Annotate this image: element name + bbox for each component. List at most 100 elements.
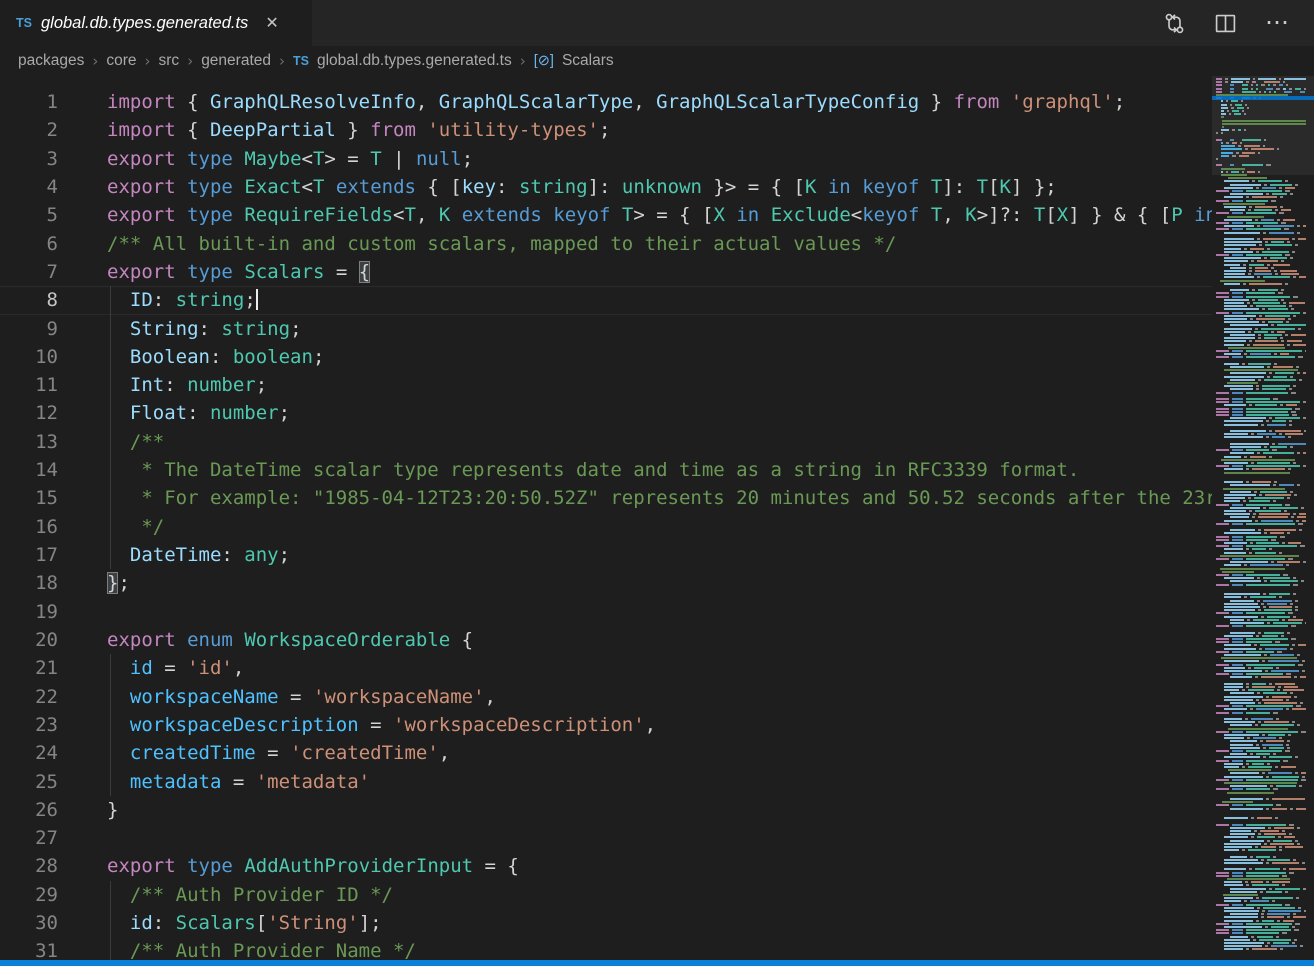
breadcrumb-item-core[interactable]: core	[106, 52, 136, 70]
code-line[interactable]: 5 export type RequireFields<T, K extends …	[0, 201, 1212, 229]
line-number: 17	[0, 541, 58, 569]
code-line[interactable]: 7export type Scalars = {	[0, 258, 1212, 286]
code-line[interactable]: 6/** All built-in and custom scalars, ma…	[0, 230, 1212, 258]
line-number: 19	[0, 598, 58, 626]
code-line[interactable]: 12 Float: number;	[0, 399, 1212, 427]
line-number: 28	[0, 852, 58, 880]
code-line[interactable]: 20export enum WorkspaceOrderable {	[0, 626, 1212, 654]
line-number: 29	[0, 881, 58, 909]
line-number: 18	[0, 569, 58, 597]
code-line[interactable]: 28 export type AddAuthProviderInput = {	[0, 852, 1212, 880]
indent-guide	[110, 484, 111, 512]
code-line[interactable]: 27	[0, 824, 1212, 852]
code-line[interactable]: 14 * The DateTime scalar type represents…	[0, 456, 1212, 484]
code-text: * The DateTime scalar type represents da…	[107, 456, 1079, 484]
indent-guide	[110, 881, 111, 909]
code-text: export type AddAuthProviderInput = {	[107, 852, 519, 880]
breadcrumb-item-symbol[interactable]: Scalars	[562, 52, 614, 70]
line-number: 7	[0, 258, 58, 286]
breadcrumb-separator: ›	[145, 52, 151, 70]
vscode-window: TS global.db.types.generated.ts ✕	[0, 0, 1314, 966]
breadcrumb-separator: ›	[279, 52, 285, 70]
line-number: 5	[0, 201, 58, 229]
code-line[interactable]: 23 workspaceDescription = 'workspaceDesc…	[0, 711, 1212, 739]
indent-guide	[110, 343, 111, 371]
line-number: 15	[0, 484, 58, 512]
code-editor[interactable]: 1import { GraphQLResolveInfo, GraphQLSca…	[0, 76, 1212, 966]
minimap-content	[1216, 76, 1306, 966]
code-text: import { DeepPartial } from 'utility-typ…	[107, 116, 610, 144]
code-text: DateTime: any;	[107, 541, 290, 569]
line-number: 20	[0, 626, 58, 654]
code-line[interactable]: 17 DateTime: any;	[0, 541, 1212, 569]
breadcrumb-item-packages[interactable]: packages	[18, 52, 84, 70]
code-text: /**	[107, 428, 164, 456]
indent-guide	[110, 315, 111, 343]
code-line[interactable]: 2 import { DeepPartial } from 'utility-ty…	[0, 116, 1212, 144]
line-number: 14	[0, 456, 58, 484]
code-line[interactable]: 24 createdTime = 'createdTime',	[0, 739, 1212, 767]
line-number: 12	[0, 399, 58, 427]
indent-guide	[110, 513, 111, 541]
indent-guide	[110, 456, 111, 484]
code-line[interactable]: 29 /** Auth Provider ID */	[0, 881, 1212, 909]
code-line[interactable]: 11 Int: number;	[0, 371, 1212, 399]
code-line[interactable]: 26}	[0, 796, 1212, 824]
code-text: import { GraphQLResolveInfo, GraphQLScal…	[107, 88, 1125, 116]
code-line[interactable]: 8 ID: string;	[0, 286, 1212, 314]
close-tab-icon[interactable]: ✕	[265, 13, 278, 33]
code-text: workspaceName = 'workspaceName',	[107, 683, 496, 711]
code-line[interactable]: 25 metadata = 'metadata'	[0, 768, 1212, 796]
line-number: 9	[0, 315, 58, 343]
line-number: 2	[0, 116, 58, 144]
editor-actions: ⋯	[1163, 0, 1314, 46]
line-number: 16	[0, 513, 58, 541]
code-line[interactable]: 19	[0, 598, 1212, 626]
code-line[interactable]: 13 /**	[0, 428, 1212, 456]
code-line[interactable]: 16 */	[0, 513, 1212, 541]
open-changes-icon[interactable]	[1163, 12, 1186, 35]
indent-guide	[110, 683, 111, 711]
code-line[interactable]: 21 id = 'id',	[0, 654, 1212, 682]
line-number: 8	[0, 286, 58, 314]
breadcrumb-item-generated[interactable]: generated	[201, 52, 271, 70]
code-text: */	[107, 513, 164, 541]
indent-guide	[110, 371, 111, 399]
breadcrumb-item-src[interactable]: src	[159, 52, 180, 70]
code-text: export type RequireFields<T, K extends k…	[107, 201, 1212, 229]
breadcrumb-separator: ›	[92, 52, 98, 70]
line-number: 10	[0, 343, 58, 371]
line-number: 30	[0, 909, 58, 937]
code-line[interactable]: 10 Boolean: boolean;	[0, 343, 1212, 371]
code-line[interactable]: 3export type Maybe<T> = T | null;	[0, 145, 1212, 173]
indent-guide	[110, 711, 111, 739]
code-text: metadata = 'metadata'	[107, 768, 370, 796]
line-number: 25	[0, 768, 58, 796]
symbol-type-icon: [⊘]	[534, 53, 554, 69]
code-text: export type Maybe<T> = T | null;	[107, 145, 473, 173]
breadcrumb: packages › core › src › generated › TS g…	[0, 46, 1314, 76]
code-text: Float: number;	[107, 399, 290, 427]
minimap[interactable]	[1212, 76, 1314, 966]
code-line[interactable]: 18};	[0, 569, 1212, 597]
code-text: Int: number;	[107, 371, 267, 399]
line-number: 6	[0, 230, 58, 258]
code-line[interactable]: 22 workspaceName = 'workspaceName',	[0, 683, 1212, 711]
more-actions-icon[interactable]: ⋯	[1265, 11, 1290, 35]
tab-bar: TS global.db.types.generated.ts ✕	[0, 0, 1314, 46]
breadcrumb-item-filename[interactable]: global.db.types.generated.ts	[317, 52, 512, 70]
line-number: 23	[0, 711, 58, 739]
breadcrumb-separator: ›	[520, 52, 526, 70]
line-number: 22	[0, 683, 58, 711]
code-text: ID: string;	[107, 286, 258, 314]
code-line[interactable]: 30 id: Scalars['String'];	[0, 909, 1212, 937]
tab-global-db-types[interactable]: TS global.db.types.generated.ts ✕	[0, 0, 312, 46]
code-line[interactable]: 9 String: string;	[0, 315, 1212, 343]
bottom-focus-border	[0, 960, 1314, 966]
code-line[interactable]: 1import { GraphQLResolveInfo, GraphQLSca…	[0, 88, 1212, 116]
code-line[interactable]: 15 * For example: "1985-04-12T23:20:50.5…	[0, 484, 1212, 512]
split-editor-icon[interactable]	[1214, 12, 1237, 35]
code-text: /** Auth Provider ID */	[107, 881, 393, 909]
indent-guide	[110, 399, 111, 427]
code-line[interactable]: 4export type Exact<T extends { [key: str…	[0, 173, 1212, 201]
